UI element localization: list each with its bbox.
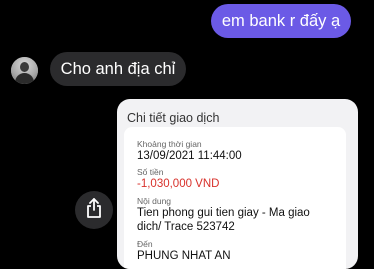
time-value: 13/09/2021 11:44:00	[137, 150, 242, 162]
recipient-label: Đến	[137, 239, 153, 249]
outgoing-message-bubble[interactable]: em bank r đấy ạ	[211, 4, 351, 38]
share-button[interactable]	[75, 191, 113, 229]
recipient-value: PHUNG NHAT AN	[137, 250, 231, 262]
amount-label: Số tiền	[137, 167, 164, 177]
share-icon	[85, 197, 103, 223]
content-line-1: Tien phong gui tien giay - Ma giao	[137, 207, 310, 219]
content-label: Nội dung	[137, 196, 172, 206]
transaction-receipt-image[interactable]: Chi tiết giao dịch Khoảng thời gian 13/0…	[117, 99, 358, 269]
receipt-details: Khoảng thời gian 13/09/2021 11:44:00 Số …	[124, 127, 346, 269]
amount-value: -1,030,000 VND	[137, 178, 220, 190]
time-label: Khoảng thời gian	[137, 139, 202, 149]
content-line-2: dich/ Trace 523742	[137, 221, 235, 233]
avatar[interactable]	[11, 57, 38, 84]
incoming-message-bubble[interactable]: Cho anh địa chỉ	[50, 52, 186, 86]
receipt-title: Chi tiết giao dịch	[127, 111, 220, 125]
